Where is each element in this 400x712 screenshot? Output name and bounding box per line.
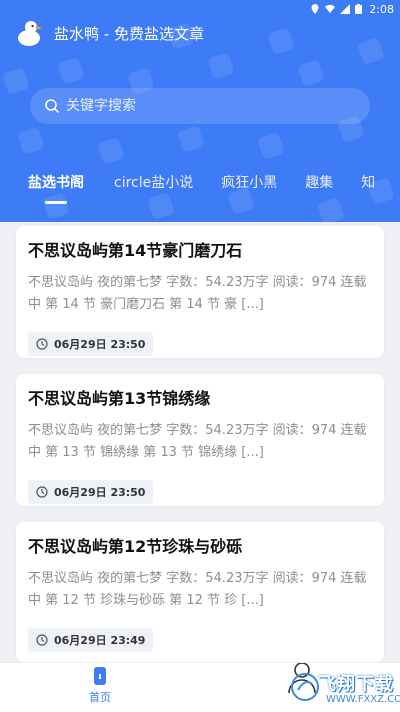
clock-icon <box>36 634 48 646</box>
tab-zhi[interactable]: 知 <box>361 166 375 198</box>
app-bar: 盐水鸭 - 免费盐选文章 <box>14 18 204 48</box>
article-card[interactable]: 不思议岛屿第13节锦绣缘 不思议岛屿 夜的第七梦 字数：54.23万字 阅读：9… <box>16 374 384 506</box>
clock-icon <box>36 486 48 498</box>
article-time: 06月29日 23:50 <box>54 338 146 351</box>
article-card[interactable]: 不思议岛屿第12节珍珠与砂砾 不思议岛屿 夜的第七梦 字数：54.23万字 阅读… <box>16 522 384 662</box>
app-title: 盐水鸭 - 免费盐选文章 <box>54 24 204 43</box>
article-title: 不思议岛屿第12节珍珠与砂砾 <box>28 537 243 556</box>
category-tabs: 盐选书阁 circle盐小说 疯狂小黑 趣集 知 <box>0 166 400 200</box>
tab-quji[interactable]: 趣集 <box>305 166 333 198</box>
article-title: 不思议岛屿第13节锦绣缘 <box>28 389 211 408</box>
watermark-logo-icon <box>291 673 319 701</box>
tab-fengkuang-xiaohei[interactable]: 疯狂小黑 <box>221 166 277 198</box>
battery-icon <box>355 4 363 14</box>
article-title: 不思议岛屿第14节豪门磨刀石 <box>28 241 243 260</box>
watermark: 飞翔下载 WWW.FXXZ.COM <box>290 666 400 712</box>
signal-icon <box>340 4 351 14</box>
article-time: 06月29日 23:50 <box>54 486 146 499</box>
clock-icon <box>36 338 48 350</box>
article-summary: 不思议岛屿 夜的第七梦 字数：54.23万字 阅读：974 连载中 第 13 节… <box>28 423 367 460</box>
duck-logo-icon <box>14 18 44 48</box>
tab-circle-yan-xiaoshuo[interactable]: circle盐小说 <box>114 166 193 198</box>
article-summary: 不思议岛屿 夜的第七梦 字数：54.23万字 阅读：974 连载中 第 14 节… <box>28 275 367 312</box>
article-feed: 不思议岛屿第14节豪门磨刀石 不思议岛屿 夜的第七梦 字数：54.23万字 阅读… <box>0 222 400 662</box>
watermark-url: WWW.FXXZ.COM <box>326 694 400 705</box>
nav-home[interactable]: 首页 <box>76 663 124 712</box>
search-input[interactable] <box>66 98 346 114</box>
time-badge: 06月29日 23:50 <box>28 332 154 356</box>
article-time: 06月29日 23:49 <box>54 634 146 647</box>
home-icon <box>94 667 106 685</box>
search-bar[interactable] <box>30 88 370 124</box>
nav-home-label: 首页 <box>89 691 111 704</box>
tab-yanxuan-shuge[interactable]: 盐选书阁 <box>28 166 84 198</box>
status-bar: 2:08 <box>0 0 400 18</box>
status-time: 2:08 <box>369 2 394 16</box>
article-summary: 不思议岛屿 夜的第七梦 字数：54.23万字 阅读：974 连载中 第 12 节… <box>28 571 367 608</box>
time-badge: 06月29日 23:49 <box>28 628 154 652</box>
wifi-icon <box>325 4 336 14</box>
watermark-text: 飞翔下载 <box>318 674 394 695</box>
search-icon <box>45 99 59 113</box>
header: 2:08 盐水鸭 - 免费盐选文章 盐选书阁 circle盐小说 疯狂小黑 趣集… <box>0 0 400 222</box>
article-card[interactable]: 不思议岛屿第14节豪门磨刀石 不思议岛屿 夜的第七梦 字数：54.23万字 阅读… <box>16 226 384 358</box>
location-icon <box>311 4 319 14</box>
time-badge: 06月29日 23:50 <box>28 480 154 504</box>
